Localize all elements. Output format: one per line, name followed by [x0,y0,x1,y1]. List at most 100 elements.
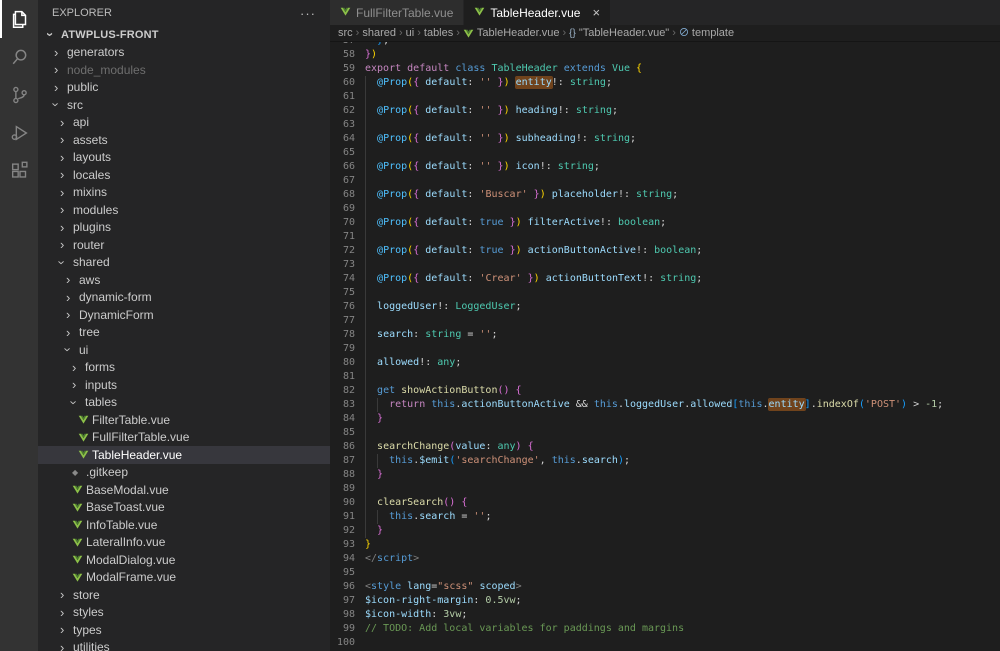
tree-item-modalframe-vue[interactable]: ModalFrame.vue [38,569,330,587]
tree-item-modaldialog-vue[interactable]: ModalDialog.vue [38,551,330,569]
close-icon[interactable]: × [592,6,600,19]
tree-item-node-modules[interactable]: ›node_modules [38,61,330,79]
code-line-78[interactable]: 78 search: string = ''; [330,328,1000,342]
explorer-icon[interactable] [0,0,38,38]
code-line-85[interactable]: 85 [330,426,1000,440]
tree-item-types[interactable]: ›types [38,621,330,639]
tree-item-shared[interactable]: ›shared [38,254,330,272]
code-line-63[interactable]: 63 [330,118,1000,132]
code-line-58[interactable]: 58}) [330,48,1000,62]
breadcrumb-item-template[interactable]: template [679,27,734,40]
code-line-77[interactable]: 77 [330,314,1000,328]
code-line-87[interactable]: 87 this.$emit('searchChange', this.searc… [330,454,1000,468]
tree-item-generators[interactable]: ›generators [38,44,330,62]
breadcrumb-label: shared [362,27,396,39]
code-line-73[interactable]: 73 [330,258,1000,272]
code-line-67[interactable]: 67 [330,174,1000,188]
tree-item-plugins[interactable]: ›plugins [38,219,330,237]
tree-item-modules[interactable]: ›modules [38,201,330,219]
code-line-93[interactable]: 93} [330,538,1000,552]
tree-item-label: TableHeader.vue [92,448,182,462]
code-line-97[interactable]: 97$icon-right-margin: 0.5vw; [330,594,1000,608]
tree-item-gitkeep[interactable]: ◆.gitkeep [38,464,330,482]
code-line-76[interactable]: 76 loggedUser!: LoggedUser; [330,300,1000,314]
code-line-59[interactable]: 59export default class TableHeader exten… [330,62,1000,76]
code-line-100[interactable]: 100 [330,636,1000,650]
tree-item-locales[interactable]: ›locales [38,166,330,184]
breadcrumb-item-shared[interactable]: shared [362,27,396,39]
code-line-99[interactable]: 99// TODO: Add local variables for paddi… [330,622,1000,636]
tree-item-router[interactable]: ›router [38,236,330,254]
code-line-90[interactable]: 90 clearSearch() { [330,496,1000,510]
code-line-94[interactable]: 94</script> [330,552,1000,566]
run-debug-icon[interactable] [0,114,38,152]
tree-item-basemodal-vue[interactable]: BaseModal.vue [38,481,330,499]
code-line-65[interactable]: 65 [330,146,1000,160]
code-line-69[interactable]: 69 [330,202,1000,216]
breadcrumb-item-tables[interactable]: tables [424,27,453,39]
tree-item-public[interactable]: ›public [38,79,330,97]
explorer-actions-icon[interactable]: ··· [300,6,316,21]
code-line-82[interactable]: 82 get showActionButton() { [330,384,1000,398]
code-line-86[interactable]: 86 searchChange(value: any) { [330,440,1000,454]
tree-item-src[interactable]: ›src [38,96,330,114]
code-line-72[interactable]: 72 @Prop({ default: true }) actionButton… [330,244,1000,258]
tree-item-ui[interactable]: ›ui [38,341,330,359]
code-editor[interactable]: 57 },58})59export default class TableHea… [330,41,1000,651]
breadcrumb-item-tableheader-vue[interactable]: {}"TableHeader.vue" [569,27,669,39]
tree-item-tables[interactable]: ›tables [38,394,330,412]
tree-item-mixins[interactable]: ›mixins [38,184,330,202]
code-line-98[interactable]: 98$icon-width: 3vw; [330,608,1000,622]
tree-item-dynamic-form[interactable]: ›dynamic-form [38,289,330,307]
code-line-61[interactable]: 61 [330,90,1000,104]
breadcrumb-item-tableheader-vue[interactable]: TableHeader.vue [463,27,560,39]
tab-tableheader-vue[interactable]: TableHeader.vue× [464,0,611,25]
code-line-71[interactable]: 71 [330,230,1000,244]
tree-item-fullfiltertable-vue[interactable]: FullFilterTable.vue [38,429,330,447]
tree-item-utilities[interactable]: ›utilities [38,639,330,651]
tree-item-assets[interactable]: ›assets [38,131,330,149]
code-line-70[interactable]: 70 @Prop({ default: true }) filterActive… [330,216,1000,230]
tab-fullfiltertable-vue[interactable]: FullFilterTable.vue [330,0,464,25]
tree-item-forms[interactable]: ›forms [38,359,330,377]
code-line-68[interactable]: 68 @Prop({ default: 'Buscar' }) placehol… [330,188,1000,202]
code-line-57[interactable]: 57 }, [330,41,1000,48]
search-icon[interactable] [0,38,38,76]
code-line-88[interactable]: 88 } [330,468,1000,482]
code-line-81[interactable]: 81 [330,370,1000,384]
tree-item-store[interactable]: ›store [38,586,330,604]
tree-item-lateralinfo-vue[interactable]: LateralInfo.vue [38,534,330,552]
source-control-icon[interactable] [0,76,38,114]
breadcrumb-item-src[interactable]: src [338,27,353,39]
code-line-91[interactable]: 91 this.search = ''; [330,510,1000,524]
extensions-icon[interactable] [0,152,38,190]
code-line-95[interactable]: 95 [330,566,1000,580]
tree-item-infotable-vue[interactable]: InfoTable.vue [38,516,330,534]
tree-item-tree[interactable]: ›tree [38,324,330,342]
tree-item-filtertable-vue[interactable]: FilterTable.vue [38,411,330,429]
tree-item-layouts[interactable]: ›layouts [38,149,330,167]
code-line-89[interactable]: 89 [330,482,1000,496]
code-line-64[interactable]: 64 @Prop({ default: '' }) subheading!: s… [330,132,1000,146]
code-line-96[interactable]: 96<style lang="scss" scoped> [330,580,1000,594]
code-line-80[interactable]: 80 allowed!: any; [330,356,1000,370]
code-line-92[interactable]: 92 } [330,524,1000,538]
tree-item-basetoast-vue[interactable]: BaseToast.vue [38,499,330,517]
code-line-62[interactable]: 62 @Prop({ default: '' }) heading!: stri… [330,104,1000,118]
code-line-84[interactable]: 84 } [330,412,1000,426]
code-line-74[interactable]: 74 @Prop({ default: 'Crear' }) actionBut… [330,272,1000,286]
code-line-75[interactable]: 75 [330,286,1000,300]
code-line-60[interactable]: 60 @Prop({ default: '' }) entity!: strin… [330,76,1000,90]
tree-item-atwplus-front[interactable]: ›ATWPLUS-FRONT [38,26,330,44]
tree-item-api[interactable]: ›api [38,114,330,132]
tree-item-aws[interactable]: ›aws [38,271,330,289]
code-line-66[interactable]: 66 @Prop({ default: '' }) icon!: string; [330,160,1000,174]
tree-item-styles[interactable]: ›styles [38,604,330,622]
breadcrumb-item-ui[interactable]: ui [406,27,415,39]
code-line-83[interactable]: 83 return this.actionButtonActive && thi… [330,398,1000,412]
code-line-79[interactable]: 79 [330,342,1000,356]
tree-item-tableheader-vue[interactable]: TableHeader.vue [38,446,330,464]
tree-item-inputs[interactable]: ›inputs [38,376,330,394]
tree-item-label: ModalFrame.vue [86,570,176,584]
tree-item-dynamicform[interactable]: ›DynamicForm [38,306,330,324]
